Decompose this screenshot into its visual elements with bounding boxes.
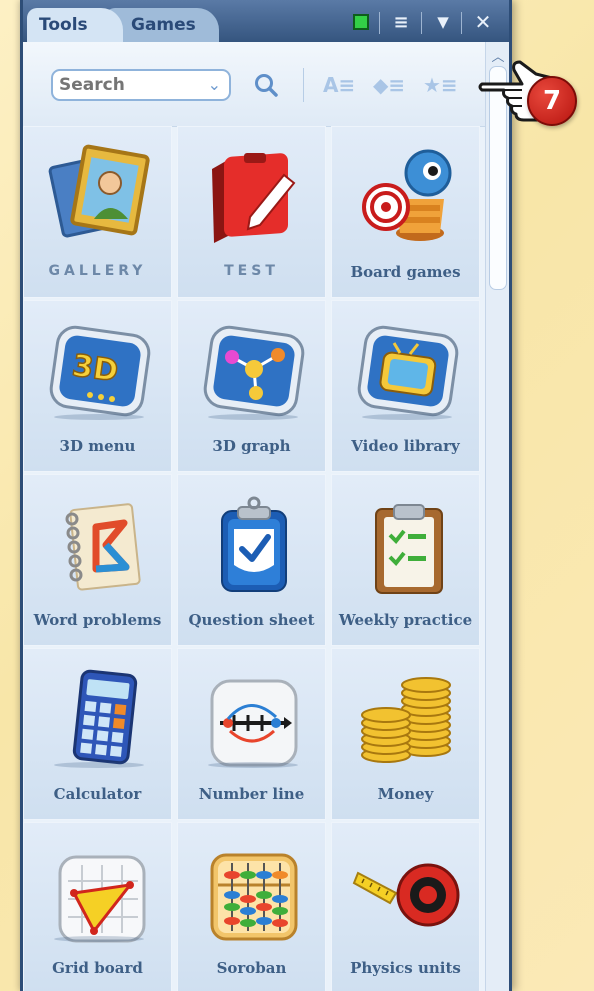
icon-shadow xyxy=(54,762,144,768)
titlebar-divider xyxy=(379,12,380,34)
question-sheet-icon xyxy=(198,487,308,599)
toggle-view-icon[interactable]: ◆≡ xyxy=(373,72,405,98)
green-status-icon[interactable] xyxy=(347,8,375,36)
search-box[interactable]: ⌄ xyxy=(51,69,231,101)
close-icon[interactable]: ✕ xyxy=(469,8,497,36)
titlebar-divider xyxy=(461,12,462,34)
grid-board-icon xyxy=(44,835,154,947)
tool-label: Soroban xyxy=(216,959,287,977)
tool-label: 3D graph xyxy=(212,437,291,455)
callout-badge: 7 xyxy=(527,76,577,126)
tool-tile-3d-graph[interactable]: 3D graph xyxy=(177,300,326,472)
tool-label: GALLERY xyxy=(48,263,147,279)
soroban-abacus-icon xyxy=(198,835,308,947)
collapse-icon[interactable]: ▼ xyxy=(429,8,457,36)
tool-tile-money[interactable]: Money xyxy=(331,648,480,820)
search-toolbar: ⌄ A≡ ◆≡ ★≡ xyxy=(23,42,485,127)
titlebar-divider xyxy=(421,12,422,34)
tool-tile-soroban[interactable]: Soroban xyxy=(177,822,326,991)
icon-shadow xyxy=(362,414,452,420)
tool-tile-3d-menu[interactable]: 3D 3D menu xyxy=(23,300,172,472)
tool-label: Number line xyxy=(198,785,305,803)
tool-tile-calculator[interactable]: Calculator xyxy=(23,648,172,820)
3d-menu-icon: 3D xyxy=(44,313,154,425)
icon-shadow xyxy=(208,762,298,768)
tool-tile-word-problems[interactable]: Word problems xyxy=(23,474,172,646)
svg-text:3D: 3D xyxy=(70,348,120,389)
tool-label: Calculator xyxy=(53,785,142,803)
search-input[interactable] xyxy=(53,72,189,98)
panel-titlebar: Games Tools ≡ ▼ ✕ xyxy=(23,0,509,42)
coins-icon xyxy=(352,661,462,773)
tool-tile-number-line[interactable]: Number line xyxy=(177,648,326,820)
tool-label: 3D menu xyxy=(59,437,136,455)
tool-tile-board-games[interactable]: Board games xyxy=(331,126,480,298)
menu-icon[interactable]: ≡ xyxy=(387,8,415,36)
sort-alpha-icon[interactable]: A≡ xyxy=(323,72,355,98)
board-games-icon xyxy=(352,139,462,251)
search-icon[interactable] xyxy=(253,72,279,98)
tool-label: Word problems xyxy=(33,611,162,629)
number-line-icon xyxy=(198,661,308,773)
word-problems-notebook-icon xyxy=(44,487,154,599)
tool-label: Physics units xyxy=(350,959,461,977)
tool-label: Money xyxy=(377,785,434,803)
weekly-practice-clipboard-icon xyxy=(352,487,462,599)
tool-label: Board games xyxy=(350,263,461,281)
tape-measure-icon xyxy=(352,835,462,947)
tool-label: Weekly practice xyxy=(338,611,473,629)
icon-shadow xyxy=(54,414,144,420)
tool-tile-question-sheet[interactable]: Question sheet xyxy=(177,474,326,646)
tool-label: Grid board xyxy=(52,959,143,977)
toolbar-divider xyxy=(303,68,304,102)
calculator-icon xyxy=(44,661,154,773)
chevron-down-icon[interactable]: ⌄ xyxy=(208,75,221,94)
tool-tile-gallery[interactable]: GALLERY xyxy=(23,126,172,298)
tool-tile-grid-board[interactable]: Grid board xyxy=(23,822,172,991)
scrollbar[interactable]: ︿ xyxy=(485,42,509,991)
tab-tools[interactable]: Tools xyxy=(27,8,123,42)
test-notebook-icon xyxy=(198,139,308,251)
favorites-icon[interactable]: ★≡ xyxy=(423,72,458,98)
tool-tile-weekly-practice[interactable]: Weekly practice xyxy=(331,474,480,646)
tool-tile-video-library[interactable]: Video library xyxy=(331,300,480,472)
tool-tile-test[interactable]: TEST xyxy=(177,126,326,298)
icon-shadow xyxy=(54,936,144,942)
tool-label: Video library xyxy=(351,437,460,455)
tool-tile-physics-units[interactable]: Physics units xyxy=(331,822,480,991)
3d-graph-icon xyxy=(198,313,308,425)
tool-label: TEST xyxy=(224,263,279,279)
video-tv-icon xyxy=(352,313,462,425)
tools-panel: Games Tools ≡ ▼ ✕ ⌄ A≡ ◆≡ ★≡ xyxy=(20,0,512,991)
tool-label: Question sheet xyxy=(188,611,315,629)
picture-frame-icon xyxy=(44,139,154,251)
icon-shadow xyxy=(208,414,298,420)
